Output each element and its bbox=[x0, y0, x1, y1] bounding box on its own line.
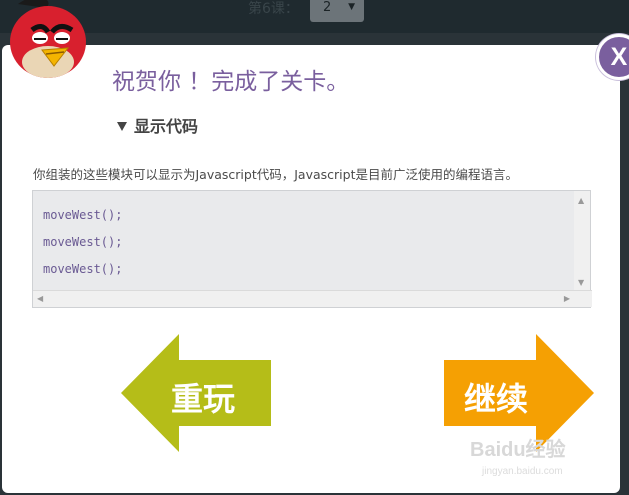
scroll-down-icon[interactable]: ▼ bbox=[578, 278, 584, 287]
show-code-label: 显示代码 bbox=[134, 117, 199, 136]
lesson-select[interactable]: 2 ▼ bbox=[310, 0, 364, 22]
vertical-scrollbar[interactable]: ▲ ▼ bbox=[574, 191, 590, 291]
code-line: moveWest(); bbox=[43, 208, 123, 222]
bird-body bbox=[10, 0, 86, 78]
baidu-watermark: Baidu经验 bbox=[470, 439, 566, 461]
code-viewer[interactable]: moveWest(); moveWest(); moveWest(); ▲ ▼ … bbox=[32, 190, 592, 308]
lesson-label: 第6课： bbox=[248, 1, 299, 17]
show-code-toggle[interactable]: 显示代码 bbox=[117, 113, 198, 137]
red-bird-avatar bbox=[10, 0, 86, 78]
code-line: moveWest(); bbox=[43, 235, 123, 249]
top-bar: 第6课： 2 ▼ bbox=[0, 0, 629, 33]
code-description: 你组装的这些模块可以显示为Javascript代码，Javascript是目前广… bbox=[33, 167, 518, 182]
scroll-left-icon[interactable]: ◀ bbox=[37, 294, 43, 303]
horizontal-scrollbar[interactable]: ◀ ▶ bbox=[33, 290, 592, 307]
code-line: moveWest(); bbox=[43, 262, 123, 276]
scroll-right-icon[interactable]: ▶ bbox=[564, 294, 570, 303]
replay-label: 重玩 bbox=[171, 380, 236, 418]
replay-button[interactable]: 重玩 bbox=[121, 334, 271, 452]
lesson-select-value: 2 bbox=[323, 0, 332, 15]
dialog-title: 祝贺你 ！完成了关卡。 bbox=[112, 69, 350, 95]
baidu-watermark-url: jingyan.baidu.com bbox=[482, 466, 563, 477]
triangle-down-icon bbox=[117, 122, 127, 131]
chevron-down-icon: ▼ bbox=[348, 2, 355, 12]
scroll-up-icon[interactable]: ▲ bbox=[578, 196, 584, 205]
continue-label: 继续 bbox=[464, 380, 529, 418]
